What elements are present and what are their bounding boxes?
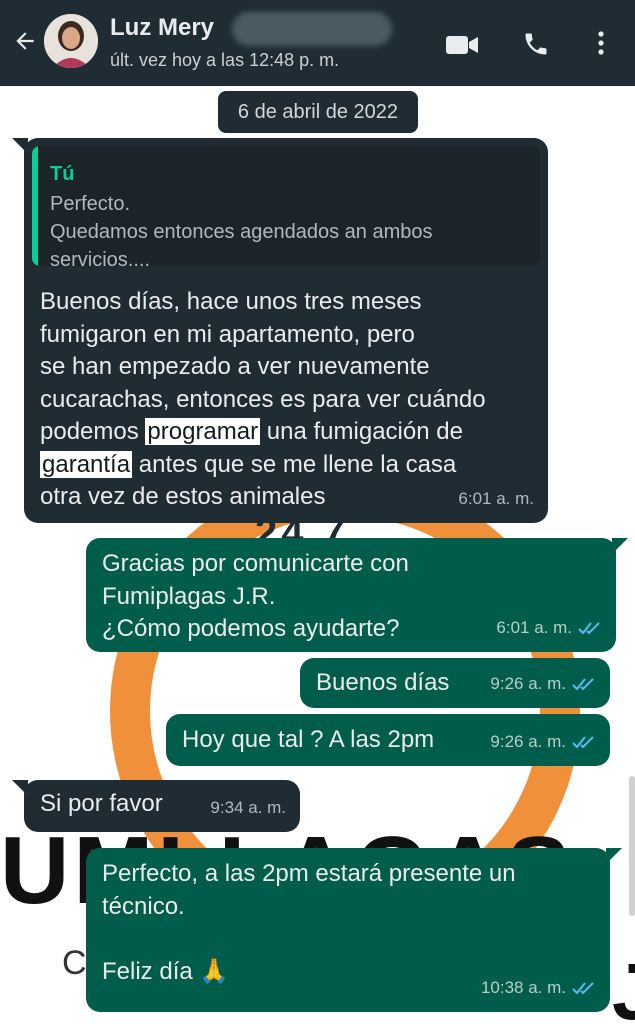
redacted-surname xyxy=(232,12,392,46)
message-time: 9:26 a. m. xyxy=(490,726,596,759)
highlighted-word: programar xyxy=(145,418,261,445)
back-arrow-icon[interactable] xyxy=(12,28,38,54)
read-receipt-icon xyxy=(572,678,594,691)
message-bubble-outgoing[interactable]: Buenos días 9:26 a. m. xyxy=(300,658,610,708)
message-text: Si por favor xyxy=(40,790,163,817)
time-label: 10:38 a. m. xyxy=(480,977,566,997)
contact-avatar[interactable] xyxy=(44,14,98,68)
video-call-icon[interactable] xyxy=(444,33,480,57)
highlighted-word: garantía xyxy=(40,450,133,478)
message-bubble-outgoing[interactable]: Gracias por comunicarte con Fumiplagas J… xyxy=(86,538,616,652)
time-label: 9:34 a. m. xyxy=(210,797,286,817)
wallpaper-letter-j: J xyxy=(612,947,635,1024)
message-bubble-incoming[interactable]: Tú Perfecto. Quedamos entonces agendados… xyxy=(24,138,548,523)
message-bubble-incoming[interactable]: Si por favor 9:34 a. m. xyxy=(24,780,300,832)
message-time: 6:01 a. m. xyxy=(496,612,602,645)
scrollbar[interactable] xyxy=(629,776,635,916)
message-time: 6:01 a. m. xyxy=(458,483,534,516)
time-label: 9:26 a. m. xyxy=(490,731,566,751)
bubble-tail xyxy=(606,848,622,864)
quote-text: Perfecto. Quedamos entonces agendados an… xyxy=(50,193,433,266)
time-label: 9:26 a. m. xyxy=(490,673,566,693)
message-bubble-outgoing[interactable]: Hoy que tal ? A las 2pm 9:26 a. m. xyxy=(166,714,610,766)
quote-author: Tú xyxy=(50,163,75,185)
time-label: 6:01 a. m. xyxy=(458,488,534,508)
chat-area[interactable]: 24 7 UMI LAGAS C J 6 de abril de 2022 Tú… xyxy=(0,86,635,1024)
contact-name[interactable]: Luz Mery xyxy=(110,14,214,42)
message-bubble-outgoing[interactable]: Perfecto, a las 2pm estará presente un t… xyxy=(86,848,610,1012)
read-receipt-icon xyxy=(572,736,594,749)
chat-header: Luz Mery últ. vez hoy a las 12:48 p. m. xyxy=(0,0,635,86)
message-time: 10:38 a. m. xyxy=(481,972,596,1005)
message-text: Gracias por comunicarte con Fumiplagas J… xyxy=(102,550,409,642)
message-time: 9:34 a. m. xyxy=(210,792,286,825)
message-text-part: una fumigación de xyxy=(266,418,463,445)
quote-accent-bar xyxy=(32,146,38,266)
message-text: Buenos días, hace unos tres meses fumiga… xyxy=(40,286,540,514)
date-separator: 6 de abril de 2022 xyxy=(218,91,418,133)
more-options-icon[interactable] xyxy=(590,29,612,57)
message-text: Perfecto, a las 2pm estará presente un t… xyxy=(102,860,516,985)
bubble-tail xyxy=(612,538,628,554)
time-label: 6:01 a. m. xyxy=(496,617,572,637)
read-receipt-icon xyxy=(578,622,600,635)
phone-icon[interactable] xyxy=(522,30,550,58)
message-text: Buenos días xyxy=(316,669,450,696)
message-time: 9:26 a. m. xyxy=(490,668,596,701)
quoted-message[interactable]: Tú Perfecto. Quedamos entonces agendados… xyxy=(32,146,540,266)
last-seen-status: últ. vez hoy a las 12:48 p. m. xyxy=(110,50,340,70)
wallpaper-letter-c: C xyxy=(62,944,87,982)
read-receipt-icon xyxy=(572,982,594,995)
message-text: Hoy que tal ? A las 2pm xyxy=(182,726,435,753)
